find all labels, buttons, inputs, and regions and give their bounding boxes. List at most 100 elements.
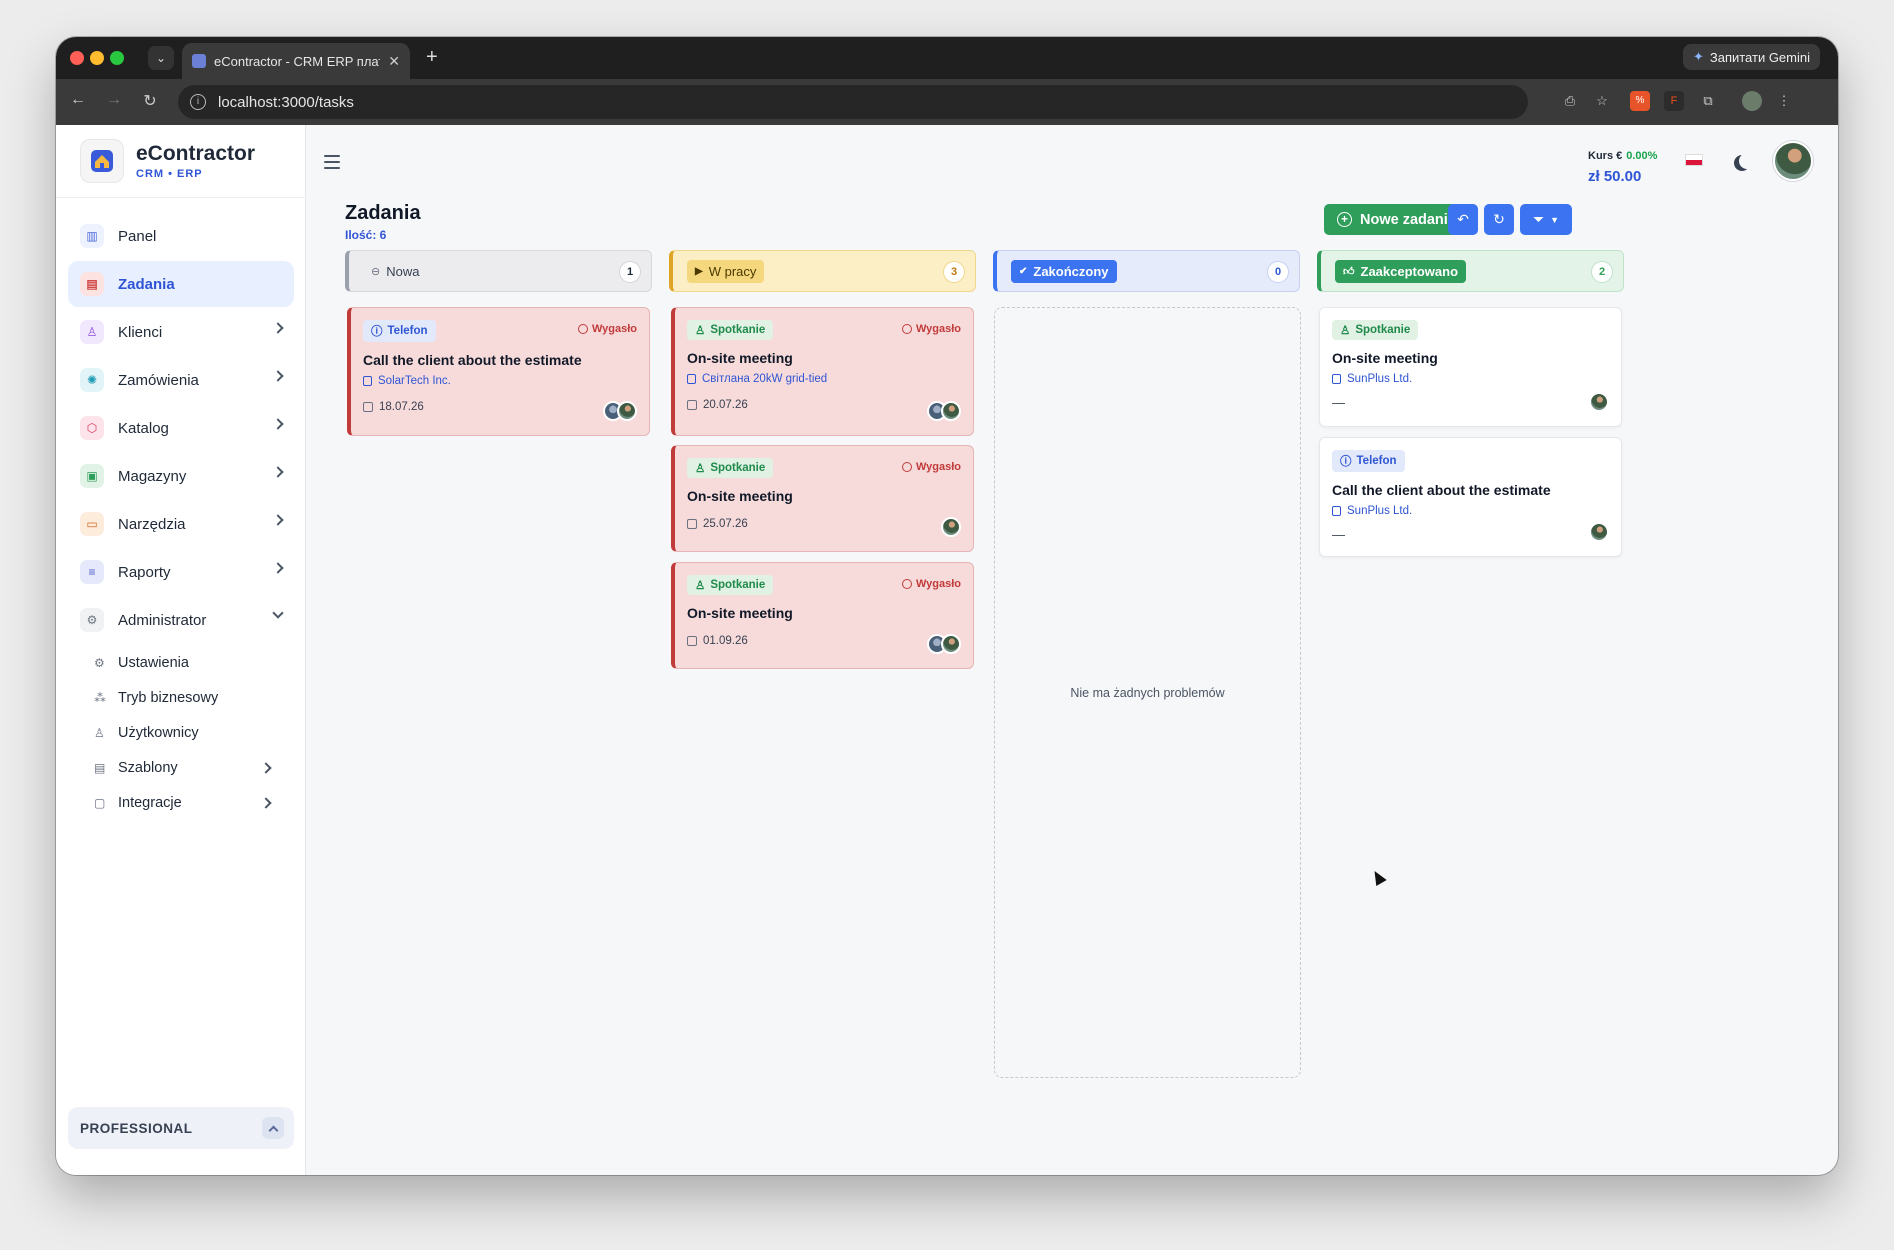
column-zakonczony: ✔ Zakończony 0 <box>993 250 1300 292</box>
play-icon: ▶ <box>695 265 703 277</box>
polish-flag-icon[interactable] <box>1685 154 1703 166</box>
gemini-button[interactable]: ✦ Запитати Gemini <box>1682 44 1820 70</box>
column-header[interactable]: ⊖ Nowa 1 <box>345 250 652 292</box>
sidebar-item-label: Zadania <box>118 275 175 293</box>
task-count: Ilość: 6 <box>345 228 387 242</box>
browser-menu-icon[interactable]: ⋮ <box>1774 91 1794 111</box>
column-header[interactable]: ✔ Zakończony 0 <box>993 250 1300 292</box>
forward-icon[interactable]: → <box>104 91 124 109</box>
task-link[interactable]: SunPlus Ltd. <box>1332 373 1609 385</box>
task-date: 25.07.26 <box>687 518 961 530</box>
building-icon <box>687 374 696 384</box>
gear-icon: ⚙ <box>80 608 104 632</box>
task-link[interactable]: SunPlus Ltd. <box>1332 505 1609 517</box>
sidebar-item-narzedzia[interactable]: ▭ Narzędzia <box>68 501 294 547</box>
building-icon <box>1332 374 1341 384</box>
task-link[interactable]: SolarTech Inc. <box>363 375 637 387</box>
new-tab-button[interactable]: + <box>426 46 438 68</box>
task-card[interactable]: ♙ Spotkanie On-site meeting SunPlus Ltd. … <box>1319 307 1622 427</box>
sidebar-subitem-ustawienia[interactable]: ⚙ Ustawienia <box>68 645 294 680</box>
close-window-button[interactable] <box>70 51 84 65</box>
sidebar-item-zamowienia[interactable]: ✺ Zamówienia <box>68 357 294 403</box>
sidebar-item-klienci[interactable]: ♙ Klienci <box>68 309 294 355</box>
sidebar-item-raporty[interactable]: ≡ Raporty <box>68 549 294 595</box>
column-title: W pracy <box>708 263 757 279</box>
sidebar-item-panel[interactable]: ▥ Panel <box>68 213 294 259</box>
sidebar-item-zadania[interactable]: ▤ Zadania <box>68 261 294 307</box>
box-icon: ⬡ <box>80 416 104 440</box>
profile-avatar-icon[interactable] <box>1742 91 1762 111</box>
task-type-badge: ♙ Spotkanie <box>687 458 774 478</box>
column-title-chip: ✔ Zakończony <box>1011 259 1117 283</box>
install-app-icon[interactable]: ⎙ <box>1560 91 1580 111</box>
brand[interactable]: eContractor CRM • ERP <box>80 139 255 183</box>
building-icon <box>1332 506 1341 516</box>
maximize-window-button[interactable] <box>110 51 124 65</box>
reload-icon[interactable]: ↻ <box>140 91 160 111</box>
tab-search-button[interactable]: ⌄ <box>148 46 174 70</box>
tab-title: eContractor - CRM ERP плат <box>214 53 381 69</box>
sidebar-subitem-uzytkownicy[interactable]: ♙ Użytkownicy <box>68 715 294 750</box>
task-card[interactable]: ♙ Spotkanie Wygasło On-site meeting Світл… <box>671 307 974 436</box>
column-title-chip: 👍︎ Zaakceptowano <box>1335 259 1467 283</box>
filter-dropdown-button[interactable]: ⏷ ▼ <box>1520 204 1572 235</box>
address-bar-row: ← → ↻ i localhost:3000/tasks ⎙ ☆ % F ⧉ ⋮ <box>56 79 1838 125</box>
sidebar-item-katalog[interactable]: ⬡ Katalog <box>68 405 294 451</box>
plus-circle-icon: + <box>1337 212 1352 227</box>
column-count: 3 <box>943 261 965 283</box>
back-icon[interactable]: ← <box>68 91 88 109</box>
sidebar-subitem-integracje[interactable]: ▢ Integracje <box>68 785 294 820</box>
task-card[interactable]: ⓘ Telefon Wygasło Call the client about t… <box>347 307 650 436</box>
brand-name: eContractor <box>136 142 256 165</box>
rate-change: 0.00% <box>1626 150 1658 162</box>
minimize-window-button[interactable] <box>90 51 104 65</box>
rate-value: zł 50.00 <box>1588 168 1642 185</box>
phone-icon: ⓘ <box>371 326 383 338</box>
new-task-label: Nowe zadanie <box>1360 211 1456 228</box>
rate-label: Kurs € <box>1588 150 1623 162</box>
sidebar-item-label: Zamówienia <box>118 371 199 389</box>
extension-figma-icon[interactable]: F <box>1664 91 1684 111</box>
chevron-up-icon[interactable] <box>262 1117 284 1139</box>
hamburger-menu-icon[interactable] <box>324 155 340 173</box>
sidebar-subitem-szablony[interactable]: ▤ Szablony <box>68 750 294 785</box>
brand-subtitle: CRM • ERP <box>136 168 203 180</box>
app-root: eContractor CRM • ERP ▥ Panel ▤ Zadania … <box>56 125 1838 1175</box>
refresh-button[interactable]: ↻ <box>1484 204 1514 235</box>
sidebar-subitem-tryb-biznesowy[interactable]: ⁂ Tryb biznesowy <box>68 680 294 715</box>
task-card[interactable]: ♙ Spotkanie Wygasło On-site meeting 01.09… <box>671 562 974 669</box>
assignees <box>1589 522 1609 542</box>
gemini-spark-icon: ✦ <box>1692 49 1704 64</box>
calendar-icon <box>687 636 697 646</box>
sidebar-item-magazyny[interactable]: ▣ Magazyny <box>68 453 294 499</box>
building-icon <box>363 376 372 386</box>
favicon-icon <box>192 54 206 68</box>
browser-tab[interactable]: eContractor - CRM ERP плат ✕ <box>182 43 410 79</box>
column-count: 0 <box>1267 261 1289 283</box>
column-header[interactable]: ▶ W pracy 3 <box>669 250 976 292</box>
site-info-icon[interactable]: i <box>190 94 206 110</box>
task-title: On-site meeting <box>687 605 793 621</box>
empty-dropzone[interactable]: Nie ma żadnych problemów <box>994 307 1301 1078</box>
url-field[interactable]: i localhost:3000/tasks <box>178 85 1528 119</box>
avatar <box>1589 522 1609 542</box>
undo-button[interactable]: ↶ <box>1448 204 1478 235</box>
task-card[interactable]: ♙ Spotkanie Wygasło On-site meeting 25.07… <box>671 445 974 552</box>
task-card[interactable]: ⓘ Telefon Call the client about the estim… <box>1319 437 1622 557</box>
sidebar-item-label: Magazyny <box>118 467 187 485</box>
task-title: On-site meeting <box>687 488 793 504</box>
task-link[interactable]: Світлана 20kW grid-tied <box>687 373 961 385</box>
close-tab-icon[interactable]: ✕ <box>388 53 400 70</box>
user-avatar[interactable] <box>1773 141 1813 181</box>
moon-icon[interactable] <box>1739 153 1755 169</box>
sidebar-item-administrator[interactable]: ⚙ Administrator <box>68 597 294 643</box>
plan-badge[interactable]: PROFESSIONAL <box>68 1107 294 1149</box>
sidebar-item-label: Narzędzia <box>118 515 186 533</box>
user-icon: ♙ <box>94 725 105 740</box>
extension-translate-icon[interactable]: % <box>1630 91 1650 111</box>
chevron-right-icon <box>272 562 284 574</box>
template-icon: ▤ <box>94 760 106 775</box>
column-header[interactable]: 👍︎ Zaakceptowano 2 <box>1317 250 1624 292</box>
extensions-puzzle-icon[interactable]: ⧉ <box>1698 91 1718 111</box>
bookmark-star-icon[interactable]: ☆ <box>1592 91 1612 111</box>
